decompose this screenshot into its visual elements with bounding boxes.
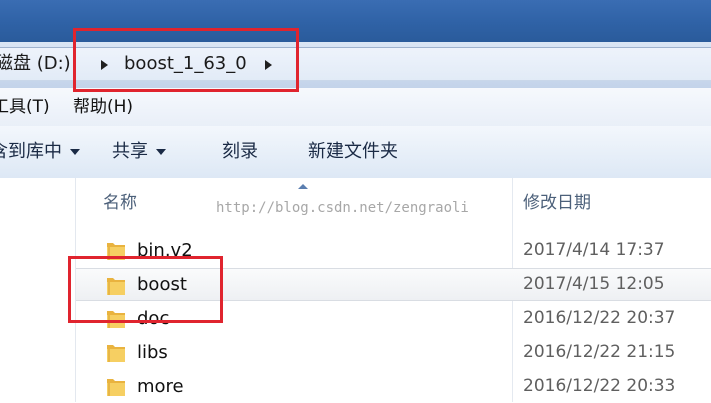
column-header-date-modified[interactable]: 修改日期 [523,178,591,226]
file-date: 2016/12/22 20:33 [523,376,676,396]
menu-help[interactable]: 帮助(H) [73,88,133,126]
menu-tools[interactable]: 工具(T) [0,88,50,126]
chevron-down-icon [156,149,166,155]
include-in-library-label: 包含到库中 [0,141,62,162]
folder-icon [107,379,125,396]
file-row[interactable]: more 2016/12/22 20:33 [76,370,711,403]
file-name: more [137,376,184,397]
file-date: 2017/4/15 12:05 [523,274,665,294]
watermark: http://blog.csdn.net/zengraoli [216,200,469,216]
file-date: 2016/12/22 20:37 [523,308,676,328]
highlight-box-boost-folder [68,256,223,323]
highlight-box-address [73,28,299,92]
file-name: libs [137,342,168,363]
menu-bar: 工具(T) 帮助(H) [0,88,711,127]
sort-ascending-icon [298,184,308,189]
file-date: 2016/12/22 21:15 [523,342,676,362]
column-header-row: 名称 修改日期 http://blog.csdn.net/zengraoli [76,178,711,226]
file-date: 2017/4/14 17:37 [523,240,665,260]
command-bar: 包含到库中 共享 刻录 新建文件夹 [0,126,711,179]
navigation-pane[interactable] [0,178,76,402]
folder-icon [107,345,125,362]
new-folder-button[interactable]: 新建文件夹 [308,126,398,178]
chevron-down-icon [70,149,80,155]
breadcrumb-drive[interactable]: 磁盘 (D:) [0,48,71,80]
burn-button[interactable]: 刻录 [222,126,258,178]
file-row[interactable]: libs 2016/12/22 21:15 [76,336,711,369]
share-label: 共享 [112,141,148,162]
column-header-name[interactable]: 名称 [103,178,137,226]
include-in-library-button[interactable]: 包含到库中 [0,126,80,178]
share-button[interactable]: 共享 [112,126,166,178]
